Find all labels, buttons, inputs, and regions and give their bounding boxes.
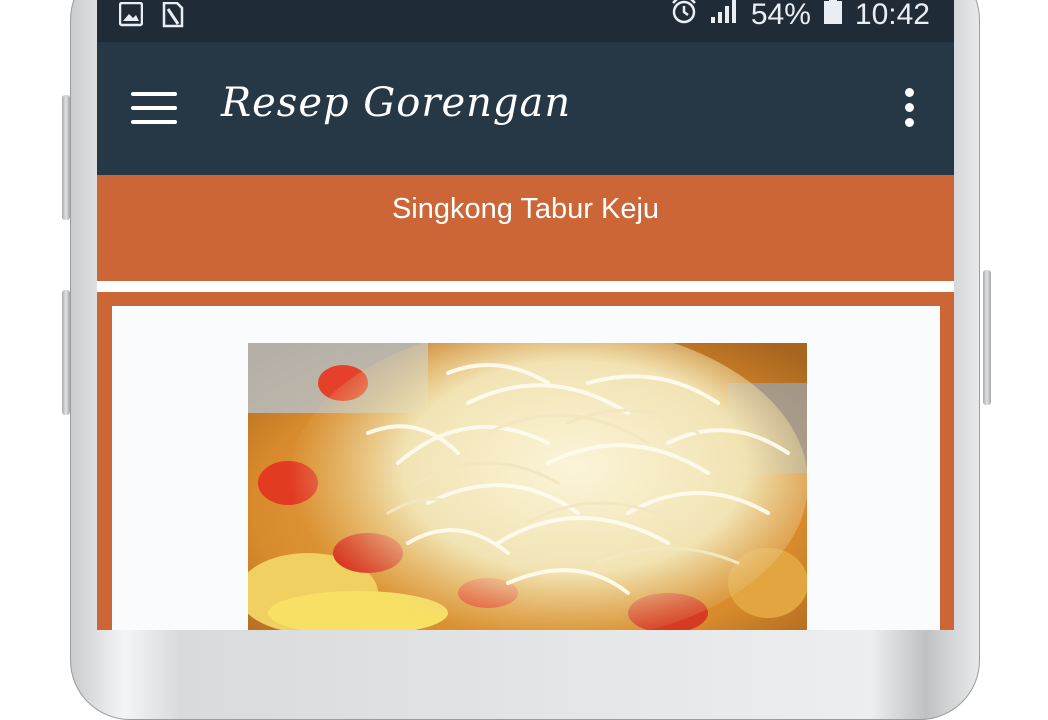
recipe-title-banner: Singkong Tabur Keju: [97, 175, 954, 281]
more-vert-icon[interactable]: [902, 86, 916, 130]
sim-card-icon: [161, 1, 185, 28]
alarm-icon: [671, 0, 697, 33]
recipe-card-frame: [97, 292, 954, 630]
status-bar: 54% 10:42: [97, 0, 954, 42]
clock: 10:42: [854, 0, 930, 31]
recipe-card: [112, 306, 940, 630]
battery-icon: [823, 0, 843, 33]
image-icon: [118, 1, 144, 28]
power-button: [983, 270, 991, 405]
recipe-image: [248, 343, 807, 630]
recipe-title: Singkong Tabur Keju: [391, 193, 660, 225]
phone-screen: 54% 10:42 Resep Gorengan Singkong Tabur …: [97, 0, 954, 630]
signal-icon: [709, 0, 739, 32]
volume-button: [62, 95, 70, 220]
hamburger-menu-icon[interactable]: [131, 92, 177, 126]
bixby-button: [62, 290, 70, 415]
app-title: Resep Gorengan: [221, 80, 572, 126]
battery-percent: 54%: [750, 0, 811, 31]
app-bar: Resep Gorengan: [97, 42, 954, 175]
